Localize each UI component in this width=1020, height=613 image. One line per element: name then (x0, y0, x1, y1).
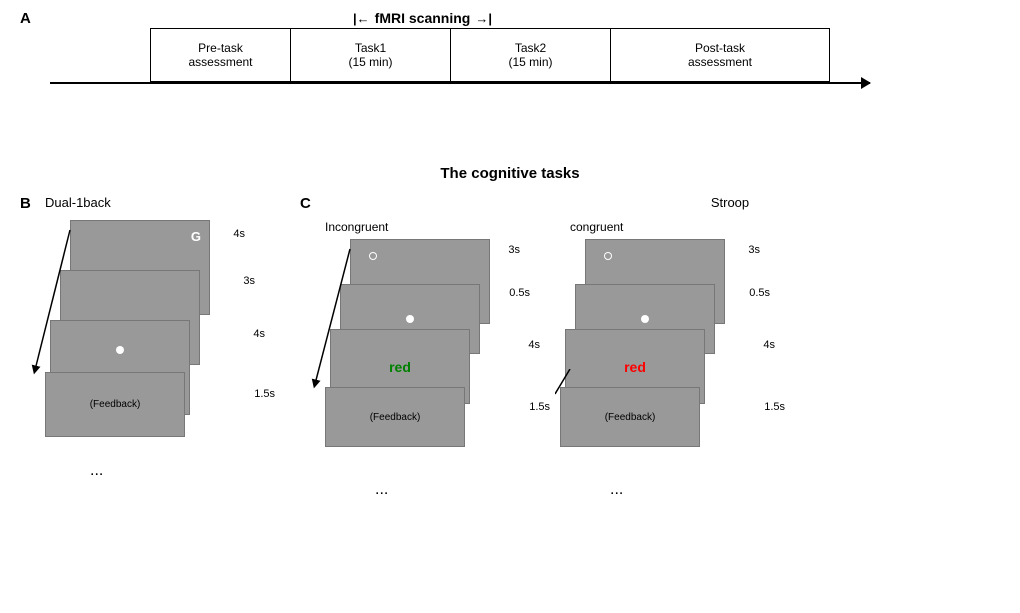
congruent-column: congruent 3s 0.5s (560, 220, 790, 499)
task2-line1: Task2 (515, 41, 546, 55)
inc-time-4s: 4s (528, 339, 540, 351)
inc-dot-white-2 (406, 315, 414, 323)
con-stroop-word: red (624, 359, 646, 375)
figure: A |← fMRI scanning →| Pre-task assessmen… (0, 0, 1020, 613)
section-a: A |← fMRI scanning →| Pre-task assessmen… (20, 10, 1000, 84)
con-time-1-5s: 1.5s (764, 401, 785, 413)
task1-line2: (15 min) (348, 55, 392, 69)
b-time-3s: 3s (243, 275, 255, 287)
b-time-4s-2: 4s (253, 328, 265, 340)
stroop-title: Stroop (450, 195, 1010, 210)
timeline-arrow (50, 82, 870, 84)
arrow-left: |← (353, 11, 370, 26)
b-diagonal-arrow (30, 225, 80, 380)
post-task-line1: Post-task (695, 41, 745, 55)
con-feedback-label: (Feedback) (605, 412, 656, 423)
b-time-1-5s: 1.5s (254, 388, 275, 400)
inc-diagonal-arrow (310, 244, 360, 399)
arrow-right: →| (475, 11, 492, 26)
incongruent-column: Incongruent 3s 0.5s (325, 220, 540, 499)
inc-stroop-word: red (389, 359, 411, 375)
con-time-3s: 3s (748, 244, 760, 256)
b-ellipsis: ... (90, 462, 290, 480)
task2-line2: (15 min) (508, 55, 552, 69)
inc-time-0-5s: 0.5s (509, 287, 530, 299)
inc-feedback-label: (Feedback) (370, 412, 421, 423)
con-time-4s: 4s (763, 339, 775, 351)
b-letter-g1: G (191, 229, 201, 244)
b-feedback-label: (Feedback) (90, 399, 141, 410)
fmri-timeline: |← fMRI scanning →| Pre-task assessment … (50, 10, 1000, 84)
congruent-label: congruent (570, 220, 790, 234)
pre-task-box: Pre-task assessment (151, 29, 291, 81)
stroop-columns: Incongruent 3s 0.5s (325, 220, 1010, 499)
task-boxes-row: Pre-task assessment Task1 (15 min) Task2… (150, 28, 830, 82)
post-task-box: Post-task assessment (611, 29, 829, 81)
cognitive-tasks-title: The cognitive tasks (0, 165, 1020, 182)
con-diagonal-mark (555, 369, 575, 399)
section-c: C Stroop Incongruent 3s (300, 195, 1010, 499)
inc-dot-1 (369, 252, 377, 260)
b-card-stack: G 4s 3s G 4s (45, 220, 265, 460)
label-c: C (300, 195, 311, 212)
inc-time-3s: 3s (508, 244, 520, 256)
task1-box: Task1 (15 min) (291, 29, 451, 81)
fmri-scanning-label: fMRI scanning (375, 10, 471, 26)
con-ellipsis: ... (610, 481, 790, 499)
con-card-feedback: (Feedback) (560, 387, 700, 447)
con-dot-1 (604, 252, 612, 260)
b-dot-white-3 (116, 346, 124, 354)
pre-task-line1: Pre-task (198, 41, 243, 55)
incongruent-label: Incongruent (325, 220, 540, 234)
incongruent-stack: 3s 0.5s red 4s (Feedback) (325, 239, 540, 479)
task1-line1: Task1 (355, 41, 386, 55)
inc-time-1-5s: 1.5s (529, 401, 550, 413)
fmri-arrow-label: |← fMRI scanning →| (50, 10, 650, 26)
b-card-feedback: (Feedback) (45, 372, 185, 437)
label-b: B (20, 195, 31, 212)
con-time-0-5s: 0.5s (749, 287, 770, 299)
dual-1back-title: Dual-1back (45, 195, 290, 210)
label-a: A (20, 10, 31, 27)
con-dot-white-2 (641, 315, 649, 323)
post-task-line2: assessment (688, 55, 752, 69)
section-b: B Dual-1back G 4s 3s G (20, 195, 290, 499)
inc-ellipsis: ... (375, 481, 540, 499)
sections-bc: B Dual-1back G 4s 3s G (20, 195, 1010, 499)
task2-box: Task2 (15 min) (451, 29, 611, 81)
b-time-4s-1: 4s (233, 228, 245, 240)
pre-task-line2: assessment (188, 55, 252, 69)
congruent-stack: 3s 0.5s red 4s (Feedback) (560, 239, 790, 479)
